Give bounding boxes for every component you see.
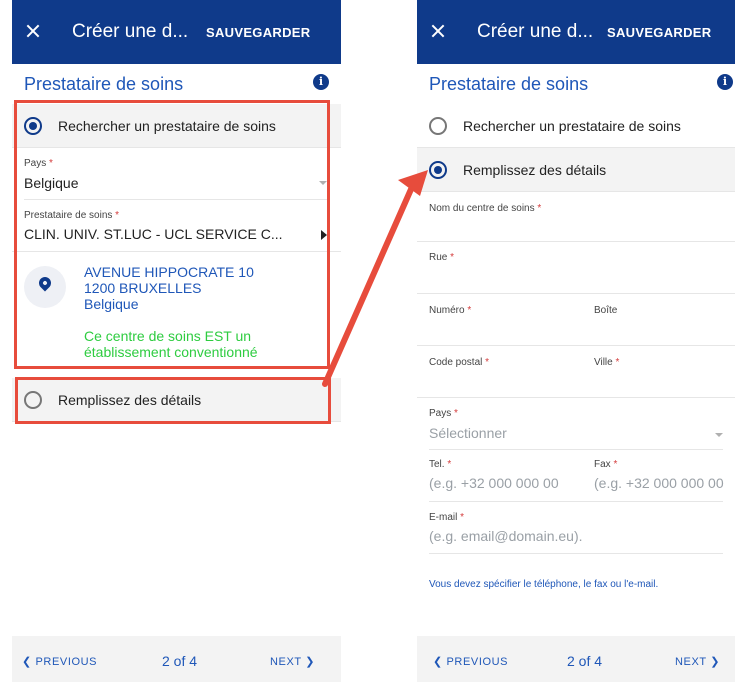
- page-indicator: 2 of 4: [162, 653, 198, 669]
- previous-button[interactable]: ❮ PREVIOUS: [22, 655, 97, 668]
- code-postal-label[interactable]: Code postal *: [429, 357, 489, 368]
- footer-nav: ❮ PREVIOUS 2 of 4 NEXT ❯: [417, 636, 735, 682]
- pays-label: Pays *: [24, 158, 53, 169]
- rue-field[interactable]: Rue *: [417, 242, 735, 294]
- option-fill-details[interactable]: Remplissez des détails: [12, 378, 341, 422]
- section-header: Prestataire de soins i: [429, 74, 735, 100]
- rue-label: Rue *: [429, 252, 455, 263]
- boite-label[interactable]: Boîte: [594, 305, 617, 316]
- app-title: Créer une d...: [72, 21, 189, 42]
- section-title: Prestataire de soins: [429, 74, 589, 94]
- section-title: Prestataire de soins: [24, 74, 184, 94]
- conventionne-line-2: établissement conventionné: [84, 344, 258, 360]
- tel-input[interactable]: (e.g. +32 000 000 00: [429, 475, 559, 491]
- save-button[interactable]: SAUVEGARDER: [607, 25, 711, 40]
- email-input[interactable]: (e.g. email@domain.eu).: [429, 528, 583, 544]
- left-screen: Créer une d... SAUVEGARDER Prestataire d…: [12, 0, 341, 682]
- option-fill-details[interactable]: Remplissez des détails: [417, 148, 735, 192]
- radio-details-selected[interactable]: [429, 160, 447, 179]
- comparison-stage: Créer une d... SAUVEGARDER Prestataire d…: [0, 0, 735, 682]
- tel-fax-row: Tel. * (e.g. +32 000 000 00 Fax * (e.g. …: [417, 450, 735, 502]
- pays-value: Belgique: [24, 175, 79, 191]
- email-field[interactable]: E-mail * (e.g. email@domain.eu).: [417, 502, 735, 554]
- option-details-label: Remplissez des détails: [58, 391, 202, 408]
- previous-button[interactable]: ❮ PREVIOUS: [433, 655, 508, 668]
- numero-label[interactable]: Numéro *: [429, 305, 471, 316]
- close-icon[interactable]: [429, 22, 447, 40]
- chevron-right-icon: [321, 230, 327, 240]
- next-button[interactable]: NEXT ❯: [675, 655, 720, 668]
- pays-label: Pays *: [429, 408, 458, 419]
- app-bar: Créer une d... SAUVEGARDER: [12, 0, 341, 64]
- radio-search-unselected[interactable]: [429, 116, 447, 135]
- divider: [429, 553, 723, 554]
- right-screen: Créer une d... SAUVEGARDER Prestataire d…: [417, 0, 735, 682]
- ville-label[interactable]: Ville *: [594, 357, 619, 368]
- option-details-label: Remplissez des détails: [463, 161, 607, 178]
- option-search-label: Rechercher un prestataire de soins: [463, 117, 681, 134]
- radio-details-unselected[interactable]: [24, 390, 42, 409]
- tel-label: Tel. *: [429, 459, 452, 470]
- centre-name-label: Nom du centre de soins *: [429, 203, 542, 214]
- provider-address-card: AVENUE HIPPOCRATE 10 1200 BRUXELLES Belg…: [12, 252, 341, 368]
- postal-ville-row: Code postal * Ville *: [417, 346, 735, 398]
- pays-field[interactable]: Pays * Sélectionner: [417, 398, 735, 450]
- provider-value: CLIN. UNIV. ST.LUC - UCL SERVICE C...: [24, 226, 283, 242]
- pays-field[interactable]: Pays * Belgique: [12, 148, 341, 200]
- option-search-provider[interactable]: Rechercher un prestataire de soins: [12, 104, 341, 148]
- numero-boite-row: Numéro * Boîte: [417, 294, 735, 346]
- provider-label: Prestataire de soins *: [24, 210, 120, 221]
- contact-requirement-note: Vous devez spécifier le téléphone, le fa…: [429, 579, 659, 590]
- save-button[interactable]: SAUVEGARDER: [206, 25, 310, 40]
- next-button[interactable]: NEXT ❯: [270, 655, 315, 668]
- section-header: Prestataire de soins i: [24, 74, 341, 100]
- radio-search-selected[interactable]: [24, 116, 42, 135]
- location-pin-icon: [24, 266, 66, 308]
- app-bar: Créer une d... SAUVEGARDER: [417, 0, 735, 64]
- info-icon[interactable]: i: [717, 74, 733, 90]
- fax-label: Fax *: [594, 459, 618, 470]
- chevron-down-icon: [715, 433, 723, 437]
- address-line-1: AVENUE HIPPOCRATE 10: [84, 264, 254, 280]
- option-search-label: Rechercher un prestataire de soins: [58, 117, 276, 134]
- app-title: Créer une d...: [477, 21, 594, 42]
- email-label: E-mail *: [429, 512, 465, 523]
- info-icon[interactable]: i: [313, 74, 329, 90]
- centre-name-field[interactable]: Nom du centre de soins *: [417, 192, 735, 242]
- chevron-down-icon: [319, 181, 327, 185]
- fax-input[interactable]: (e.g. +32 000 000 00: [594, 475, 724, 491]
- pays-placeholder: Sélectionner: [429, 425, 507, 441]
- provider-field[interactable]: Prestataire de soins * CLIN. UNIV. ST.LU…: [12, 200, 341, 252]
- close-icon[interactable]: [24, 22, 42, 40]
- address-line-2: 1200 BRUXELLES: [84, 280, 202, 296]
- option-search-provider[interactable]: Rechercher un prestataire de soins: [417, 104, 735, 148]
- address-line-3: Belgique: [84, 296, 139, 312]
- footer-nav: ❮ PREVIOUS 2 of 4 NEXT ❯: [12, 636, 341, 682]
- page-indicator: 2 of 4: [567, 653, 603, 669]
- conventionne-line-1: Ce centre de soins EST un: [84, 328, 252, 344]
